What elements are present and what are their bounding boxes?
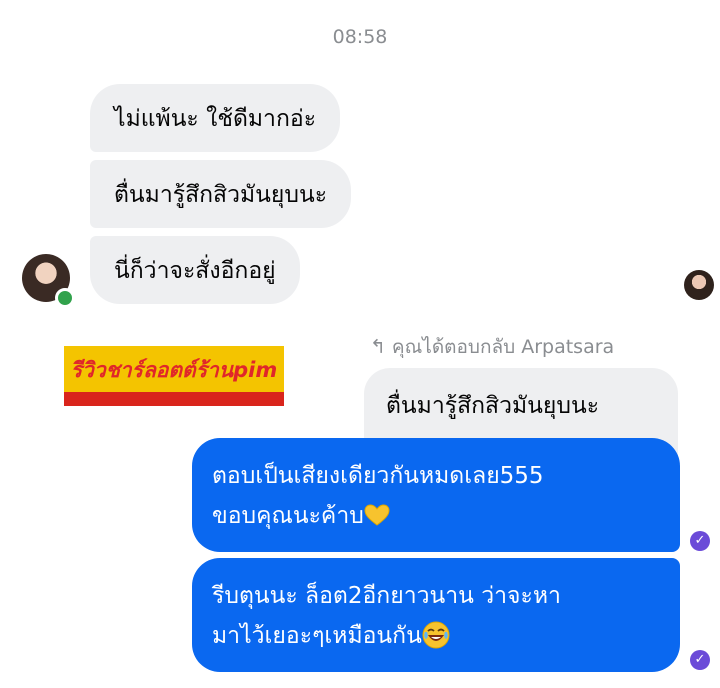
online-status-indicator bbox=[55, 288, 75, 308]
seen-check-icon: ✓ bbox=[690, 531, 710, 551]
outgoing-message-1[interactable]: ตอบเป็นเสียงเดียวกันหมดเลย555 ขอบคุณนะค้… bbox=[192, 438, 680, 552]
outgoing-message-1-line2-wrap: ขอบคุณนะค้าบ bbox=[212, 496, 660, 536]
incoming-message-1[interactable]: ไม่แพ้นะ ใช้ดีมากอ่ะ bbox=[90, 84, 341, 152]
tears-of-joy-icon bbox=[422, 621, 450, 649]
reply-arrow-icon: ↰ bbox=[370, 336, 386, 358]
shop-watermark: รีวิวชาร์ลอตต์ร้านpim bbox=[64, 346, 284, 406]
outgoing-message-2-line2: มาไว้เยอะๆเหมือนกัน bbox=[212, 623, 422, 649]
seen-by-avatar bbox=[684, 270, 714, 300]
outgoing-message-1-line1: ตอบเป็นเสียงเดียวกันหมดเลย555 bbox=[212, 463, 544, 489]
outgoing-message-2[interactable]: รีบตุนนะ ล็อต2อีกยาวนาน ว่าจะหา มาไว้เยอ… bbox=[192, 558, 680, 672]
seen-check-icon: ✓ bbox=[690, 650, 710, 670]
outgoing-message-1-line2: ขอบคุณนะค้าบ bbox=[212, 503, 364, 529]
outgoing-message-2-line2-wrap: มาไว้เยอะๆเหมือนกัน bbox=[212, 616, 660, 656]
incoming-message-3[interactable]: นี่ก็ว่าจะสั่งอีกอยู่ bbox=[90, 236, 300, 304]
reply-indicator: ↰ คุณได้ตอบกลับ Arpatsara bbox=[370, 332, 614, 362]
yellow-heart-icon bbox=[364, 504, 390, 526]
outgoing-message-2-line1: รีบตุนนะ ล็อต2อีกยาวนาน ว่าจะหา bbox=[212, 583, 561, 609]
message-timestamp: 08:58 bbox=[332, 26, 388, 48]
reply-label-text: คุณได้ตอบกลับ Arpatsara bbox=[391, 336, 615, 358]
incoming-message-2[interactable]: ตื่นมารู้สึกสิวมันยุบนะ bbox=[90, 160, 352, 228]
